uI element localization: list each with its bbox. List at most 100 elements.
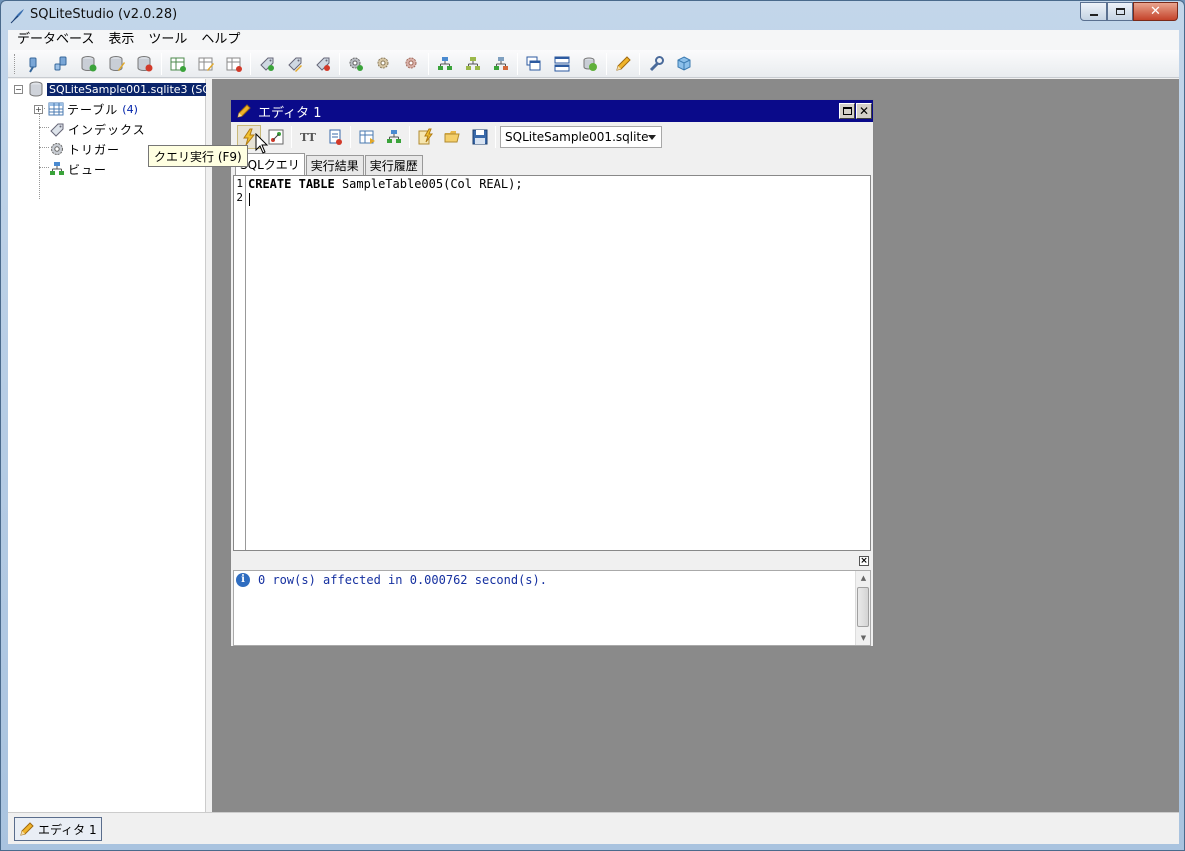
menu-bar: データベース 表示 ツール ヘルプ [8,30,1179,50]
tree-item-tables[interactable]: + テーブル (4) [34,100,138,118]
toolbar-grip[interactable] [14,53,17,74]
tab-results[interactable]: 実行結果 [305,155,364,175]
add-table-button[interactable] [166,52,190,76]
title-bar[interactable]: SQLiteStudio (v2.0.28) ✕ [1,1,1184,31]
index-add-icon [260,57,274,71]
remove-db-button[interactable] [133,52,157,76]
format-sql-button[interactable]: TT [296,125,320,149]
database-icon [28,81,44,97]
index-icon [49,121,65,137]
plugins-button[interactable] [672,52,696,76]
scroll-up-icon[interactable]: ▲ [856,571,871,585]
editor-close-button[interactable]: ✕ [856,103,872,119]
refresh-button[interactable] [578,52,602,76]
menu-view[interactable]: 表示 [101,30,141,50]
add-trigger-button[interactable] [344,52,368,76]
view-remove-icon [494,56,508,70]
message-scrollbar[interactable]: ▲ ▼ [855,571,870,645]
edit-table-button[interactable] [194,52,218,76]
pencil-icon [616,55,631,71]
maximize-icon [842,107,852,115]
expand-tables-icon[interactable]: + [34,104,43,114]
tree-root-database[interactable]: − SQLiteSample001.sqlite3 (SQLit [14,80,227,98]
scroll-down-icon[interactable]: ▼ [856,631,871,645]
minimize-button[interactable] [1080,2,1107,21]
open-file-button[interactable] [441,125,465,149]
message-line: i 0 row(s) affected in 0.000762 second(s… [236,573,547,587]
editor-window: エディタ 1 ✕ TT SQLiteSample001.sqlite SQLクエ… [230,99,874,647]
export-results-button[interactable] [355,125,379,149]
database-select-value: SQLiteSample001.sqlite [505,130,649,144]
view-edit-icon [466,56,480,70]
refresh-icon [583,57,597,71]
cascade-icon [526,56,541,70]
table-export-icon [359,130,375,144]
connect-db-button[interactable] [21,52,45,76]
minimize-icon [1089,13,1098,16]
message-panel: i 0 row(s) affected in 0.000762 second(s… [233,570,871,646]
line-number-gutter: 1 2 [234,176,246,550]
db-edit-icon [109,55,125,71]
window-title: SQLiteStudio (v2.0.28) [30,7,178,22]
tooltip: クエリ実行 (F9) [148,145,248,167]
clear-icon [329,129,342,145]
close-messages-icon[interactable]: × [859,556,869,566]
editor-maximize-button[interactable] [839,103,855,119]
edit-trigger-button[interactable] [372,52,396,76]
message-splitter[interactable]: × [231,552,873,570]
scroll-thumb[interactable] [857,587,869,627]
menu-tools[interactable]: ツール [141,30,194,50]
remove-index-button[interactable] [311,52,335,76]
add-view-button[interactable] [433,52,457,76]
app-feather-icon [9,7,27,25]
edit-db-button[interactable] [105,52,129,76]
mdi-area: エディタ 1 ✕ TT SQLiteSample001.sqlite SQLクエ… [212,79,1179,812]
tile-icon [554,56,570,71]
maximize-icon [1115,8,1125,15]
database-select[interactable]: SQLiteSample001.sqlite [500,126,662,148]
tree-item-indexes[interactable]: インデックス [44,120,146,138]
taskbar-editor-label: エディタ 1 [38,822,97,837]
tree-item-views[interactable]: ビュー [44,160,107,178]
tree-item-triggers[interactable]: トリガー [44,140,120,158]
editor-title: エディタ 1 [258,105,322,121]
tile-windows-button[interactable] [550,52,574,76]
close-button[interactable]: ✕ [1133,2,1178,21]
open-editor-button[interactable] [611,52,635,76]
remove-table-button[interactable] [222,52,246,76]
save-file-button[interactable] [468,125,492,149]
cascade-windows-button[interactable] [522,52,546,76]
editor-title-bar[interactable]: エディタ 1 ✕ [231,100,873,122]
dropdown-arrow-icon [648,135,656,140]
menu-database[interactable]: データベース [10,30,101,50]
tree-item-tables-count: (4) [122,102,138,116]
table-edit-icon [198,57,214,71]
tree-root-label[interactable]: SQLiteSample001.sqlite3 (SQLit [47,82,227,96]
main-window: SQLiteStudio (v2.0.28) ✕ データベース 表示 ツール ヘ… [0,0,1185,851]
remove-trigger-button[interactable] [400,52,424,76]
tree-item-tables-label: テーブル [67,102,119,117]
add-db-button[interactable] [77,52,101,76]
tab-history[interactable]: 実行履歴 [364,155,423,175]
execute-from-file-button[interactable] [414,125,438,149]
table-remove-icon [226,57,242,72]
cube-icon [677,55,691,71]
clear-editor-button[interactable] [323,125,347,149]
maximize-button[interactable] [1107,2,1133,21]
view-icon [387,130,401,143]
create-view-button[interactable] [382,125,406,149]
close-icon: ✕ [1150,4,1161,19]
pencil-icon [19,821,35,837]
config-button[interactable] [644,52,668,76]
remove-view-button[interactable] [489,52,513,76]
plug-icon [29,57,37,73]
edit-view-button[interactable] [461,52,485,76]
edit-index-button[interactable] [283,52,307,76]
sql-editor[interactable]: 1 2 CREATE TABLE SampleTable005(Col REAL… [233,175,871,551]
disconnect-db-button[interactable] [49,52,73,76]
close-icon: ✕ [858,104,870,118]
taskbar-editor-button[interactable]: エディタ 1 [14,817,102,841]
menu-help[interactable]: ヘルプ [194,30,247,50]
collapse-root-icon[interactable]: − [14,84,23,94]
add-index-button[interactable] [255,52,279,76]
